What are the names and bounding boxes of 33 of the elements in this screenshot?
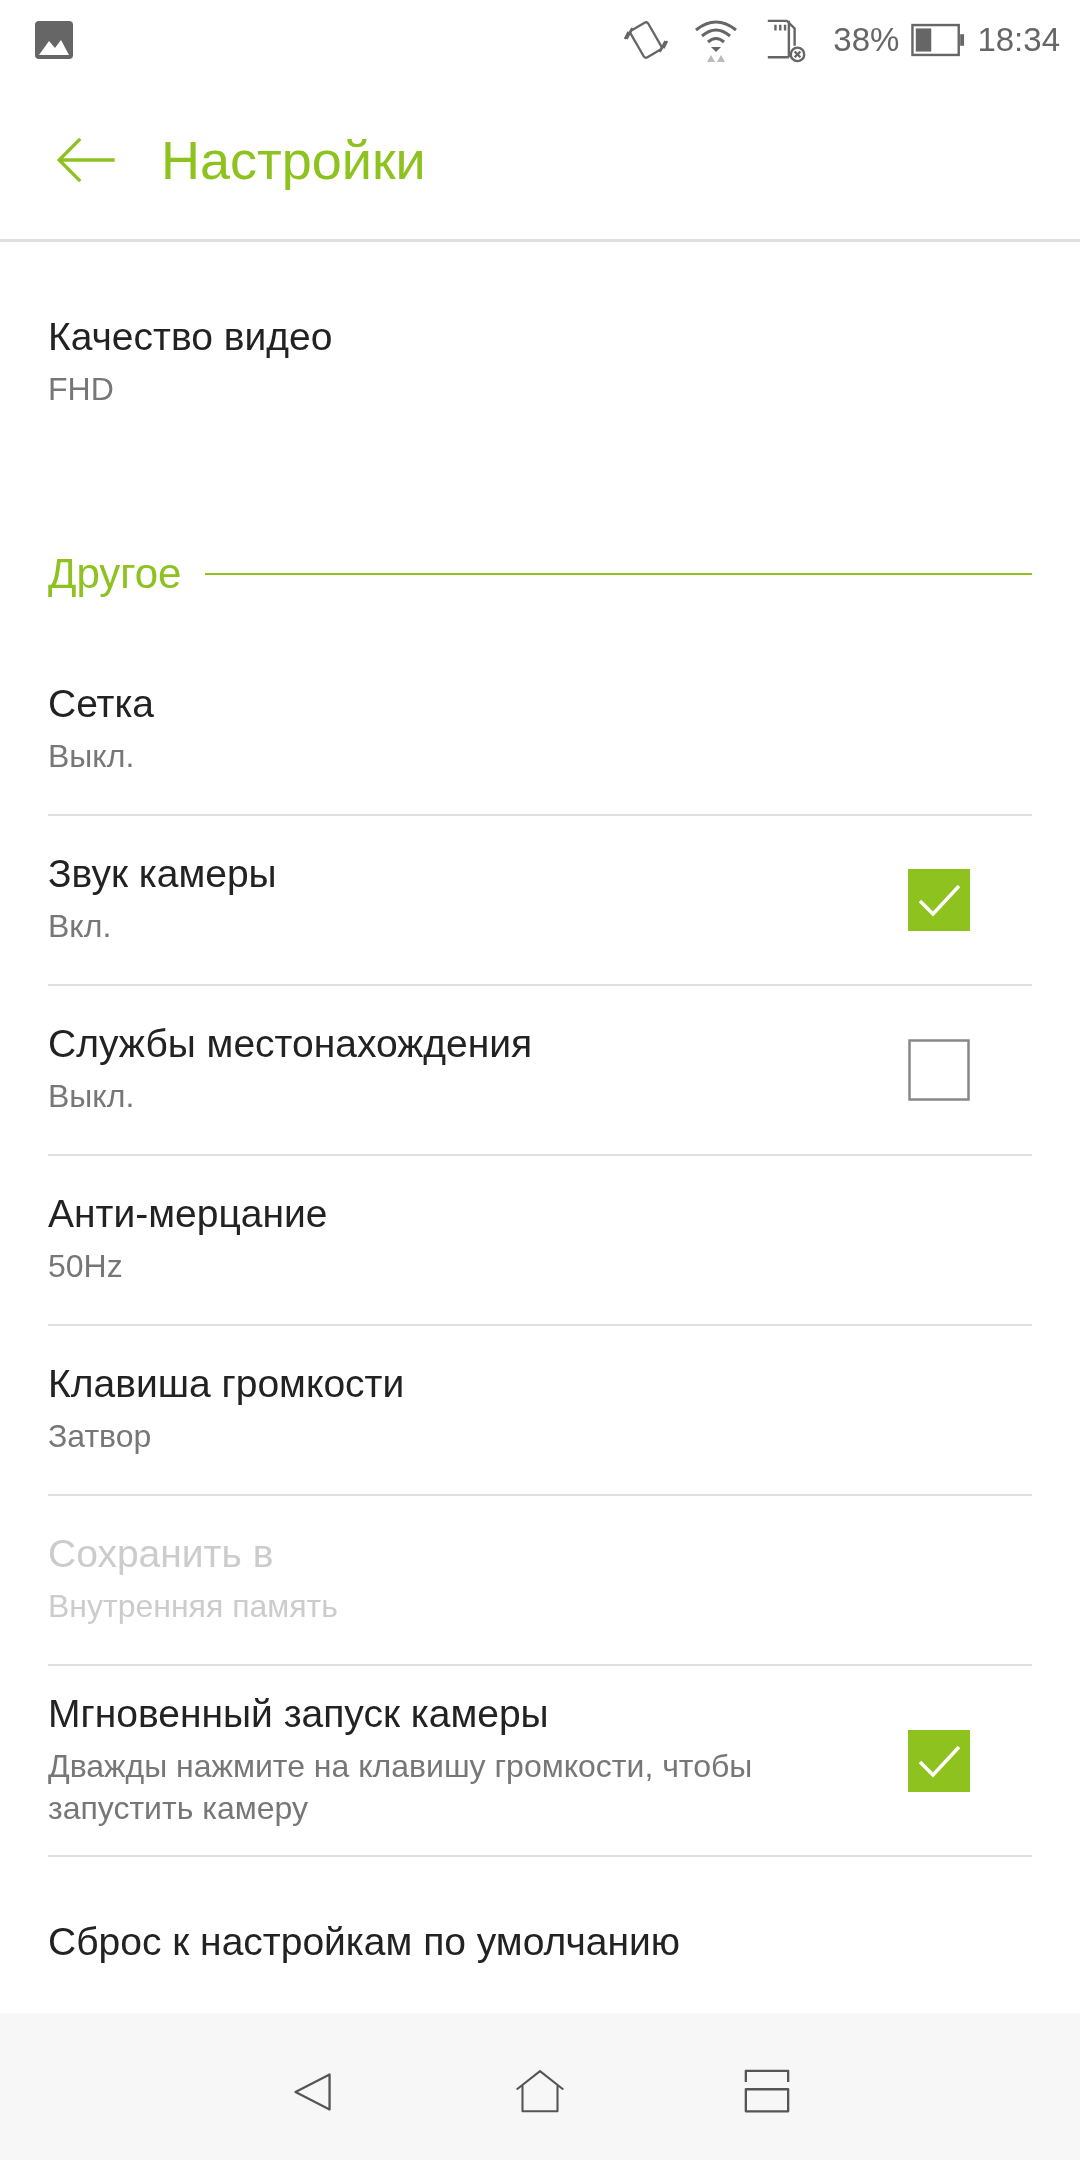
setting-title: Службы местонахождения: [48, 1022, 533, 1067]
setting-value: FHD: [48, 370, 115, 410]
setting-item[interactable]: Службы местонахождения Выкл.: [48, 986, 1032, 1156]
gallery-icon: [35, 21, 73, 59]
setting-item[interactable]: Анти-мерцание 50Hz: [48, 1156, 1032, 1326]
clock: 18:34: [977, 21, 1060, 59]
setting-item[interactable]: Сброс к настройкам по умолчанию: [48, 1857, 1032, 2014]
setting-item[interactable]: Звук камеры Вкл.: [48, 816, 1032, 986]
setting-value: Дважды нажмите на клавишу громкости, чтобы запустить камеру: [48, 1747, 754, 1828]
setting-title: Качество видео: [48, 315, 333, 360]
setting-value: Вкл.: [48, 907, 113, 947]
checked-checkbox[interactable]: [908, 869, 970, 931]
checked-checkbox[interactable]: [908, 1729, 970, 1792]
home-icon[interactable]: [515, 2068, 565, 2115]
setting-item[interactable]: Мгновенный запуск камеры Дважды нажмите на клавишу громкости, чтобы запустить камеру: [48, 1666, 1032, 1858]
setting-value: Затвор: [48, 1417, 153, 1457]
setting-title: Анти-мерцание: [48, 1192, 328, 1237]
setting-title: Мгновенный запуск камеры: [48, 1692, 550, 1736]
setting-title: Сброс к настройкам по умолчанию: [48, 1920, 680, 1965]
setting-value: 50Hz: [48, 1247, 124, 1287]
setting-item[interactable]: Качество видео FHD: [48, 279, 1032, 447]
setting-item[interactable]: Клавиша громкости Затвор: [48, 1326, 1032, 1496]
section-title: Другое: [48, 550, 182, 598]
setting-value: Выкл.: [48, 737, 136, 777]
setting-value: Выкл.: [48, 1077, 136, 1117]
screen-title: Настройки: [161, 128, 426, 191]
checkbox[interactable]: [908, 1039, 970, 1101]
setting-item[interactable]: Сетка Выкл.: [48, 646, 1032, 816]
battery-icon: [911, 23, 966, 57]
setting-title: Звук камеры: [48, 852, 277, 897]
setting-title: Клавиша громкости: [48, 1362, 405, 1407]
battery-percent: 38%: [833, 21, 900, 59]
setting-title: Сетка: [48, 682, 155, 727]
